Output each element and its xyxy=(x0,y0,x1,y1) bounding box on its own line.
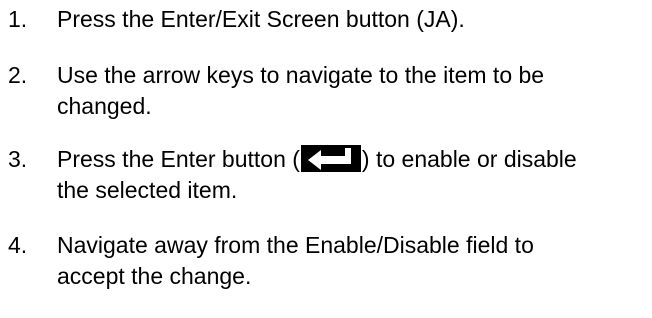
step-text: Use the arrow keys to navigate to the it… xyxy=(57,60,647,122)
step-number: 3. xyxy=(8,146,28,172)
step-text: Navigate away from the Enable/Disable fi… xyxy=(57,230,647,292)
step-line: Press the Enter/Exit Screen button (JA). xyxy=(57,6,465,32)
step-number: 1. xyxy=(8,6,28,32)
step-line-before: Press the Enter button ( xyxy=(57,146,300,172)
step-text: Press the Enter/Exit Screen button (JA). xyxy=(57,4,647,35)
step-line: the selected item. xyxy=(57,177,238,203)
step-line: Navigate away from the Enable/Disable fi… xyxy=(57,232,534,258)
step-line: Use the arrow keys to navigate to the it… xyxy=(57,62,545,88)
step-line: Press the Enter button ( ) to enable or d… xyxy=(57,144,647,175)
step-line: accept the change. xyxy=(57,263,252,289)
step-number: 4. xyxy=(8,232,28,258)
step-line: changed. xyxy=(57,93,152,119)
step-line-after: ) to enable or disable xyxy=(361,146,577,172)
enter-key-icon xyxy=(300,145,361,172)
step-number: 2. xyxy=(8,62,28,88)
step-text: Press the Enter button ( ) to enable or d… xyxy=(57,144,647,206)
